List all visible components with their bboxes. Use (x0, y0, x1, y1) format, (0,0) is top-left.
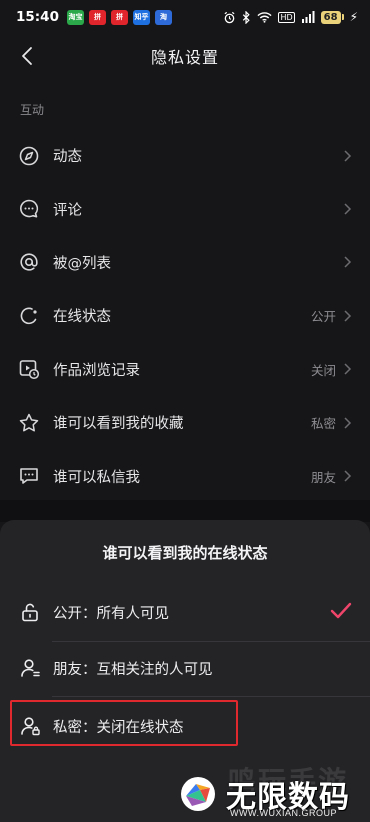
pinduoduo-app-icon: 拼 (88, 9, 106, 25)
highlight-box (10, 700, 238, 746)
chevron-right-icon (344, 150, 352, 162)
option-public[interactable]: 公开：所有人可见 (0, 583, 370, 641)
page-header: 隐私设置 (0, 34, 370, 78)
chevron-right-icon (344, 363, 352, 375)
battery-level: 68 (320, 10, 341, 24)
charging-icon: ⚡ (349, 10, 358, 24)
unlock-icon (22, 603, 38, 622)
chevron-right-icon (344, 417, 352, 429)
option-label: 公开：所有人可见 (53, 605, 169, 622)
setting-row-direct-messages[interactable]: 谁可以私信我 朋友 (0, 449, 370, 502)
setting-label: 动态 (53, 149, 82, 166)
signal-icon (301, 11, 315, 23)
setting-row-comments[interactable]: 评论 (0, 182, 370, 235)
taobao-app-icon: 淘宝 (66, 9, 84, 25)
setting-row-mentions[interactable]: 被@列表 (0, 236, 370, 289)
star-icon (18, 412, 40, 434)
friends-icon (21, 659, 40, 677)
notification-app-icons: 淘宝 拼 拼 知乎 淘 (66, 9, 172, 25)
message-icon (18, 465, 40, 487)
setting-value: 关闭 (310, 362, 336, 378)
zhihu-app-icon: 知乎 (132, 9, 150, 25)
overlay-dim[interactable] (0, 500, 370, 522)
setting-label: 谁可以看到我的收藏 (53, 416, 184, 433)
at-icon (18, 251, 40, 273)
watermark: 鸣玩手游 无限数码 WWW.WUXIAN.GROUP (170, 760, 370, 822)
setting-label: 在线状态 (53, 309, 111, 326)
bluetooth-icon (243, 10, 251, 24)
comment-icon (18, 198, 40, 220)
taobao-blue-app-icon: 淘 (154, 9, 172, 25)
network-hd-badge: HD (278, 11, 295, 23)
battery-icon: 68 (320, 10, 344, 24)
option-label: 朋友：互相关注的人可见 (53, 661, 213, 678)
system-icons: HD 68 ⚡ (223, 10, 358, 24)
setting-label: 谁可以私信我 (53, 469, 140, 486)
chevron-right-icon (344, 310, 352, 322)
privacy-settings-list: 动态 评论 被@列表 在线状态 公开 作品浏览记录 关闭 谁可以看到我的收藏 私… (0, 129, 370, 503)
chevron-right-icon (344, 470, 352, 482)
wifi-icon (257, 12, 273, 23)
status-bar: 15:40 淘宝 拼 拼 知乎 淘 HD 68 ⚡ (0, 0, 370, 34)
compass-icon (18, 145, 40, 167)
setting-row-favorites-visibility[interactable]: 谁可以看到我的收藏 私密 (0, 396, 370, 449)
setting-label: 作品浏览记录 (53, 362, 140, 379)
setting-value: 公开 (310, 309, 336, 325)
page-title: 隐私设置 (150, 48, 219, 67)
chevron-right-icon (344, 256, 352, 268)
chevron-right-icon (344, 203, 352, 215)
back-arrow-icon[interactable] (16, 44, 40, 68)
setting-value: 私密 (310, 416, 336, 432)
alarm-icon (224, 11, 235, 23)
history-icon (18, 358, 40, 380)
watermark-logo-icon (181, 777, 215, 811)
setting-row-view-history[interactable]: 作品浏览记录 关闭 (0, 343, 370, 396)
setting-label: 评论 (53, 202, 82, 219)
setting-row-online-status[interactable]: 在线状态 公开 (0, 289, 370, 342)
setting-row-moments[interactable]: 动态 (0, 129, 370, 182)
status-time: 15:40 (16, 9, 59, 25)
sheet-title: 谁可以看到我的在线状态 (102, 544, 268, 562)
online-status-icon (18, 305, 40, 327)
checkmark-icon (330, 602, 352, 619)
section-title-interaction: 互动 (20, 103, 45, 117)
setting-label: 被@列表 (53, 255, 111, 272)
watermark-sub-text: WWW.WUXIAN.GROUP (230, 808, 337, 818)
option-friends[interactable]: 朋友：互相关注的人可见 (0, 639, 370, 697)
setting-value: 朋友 (310, 469, 336, 485)
pinduoduo-app-icon: 拼 (110, 9, 128, 25)
